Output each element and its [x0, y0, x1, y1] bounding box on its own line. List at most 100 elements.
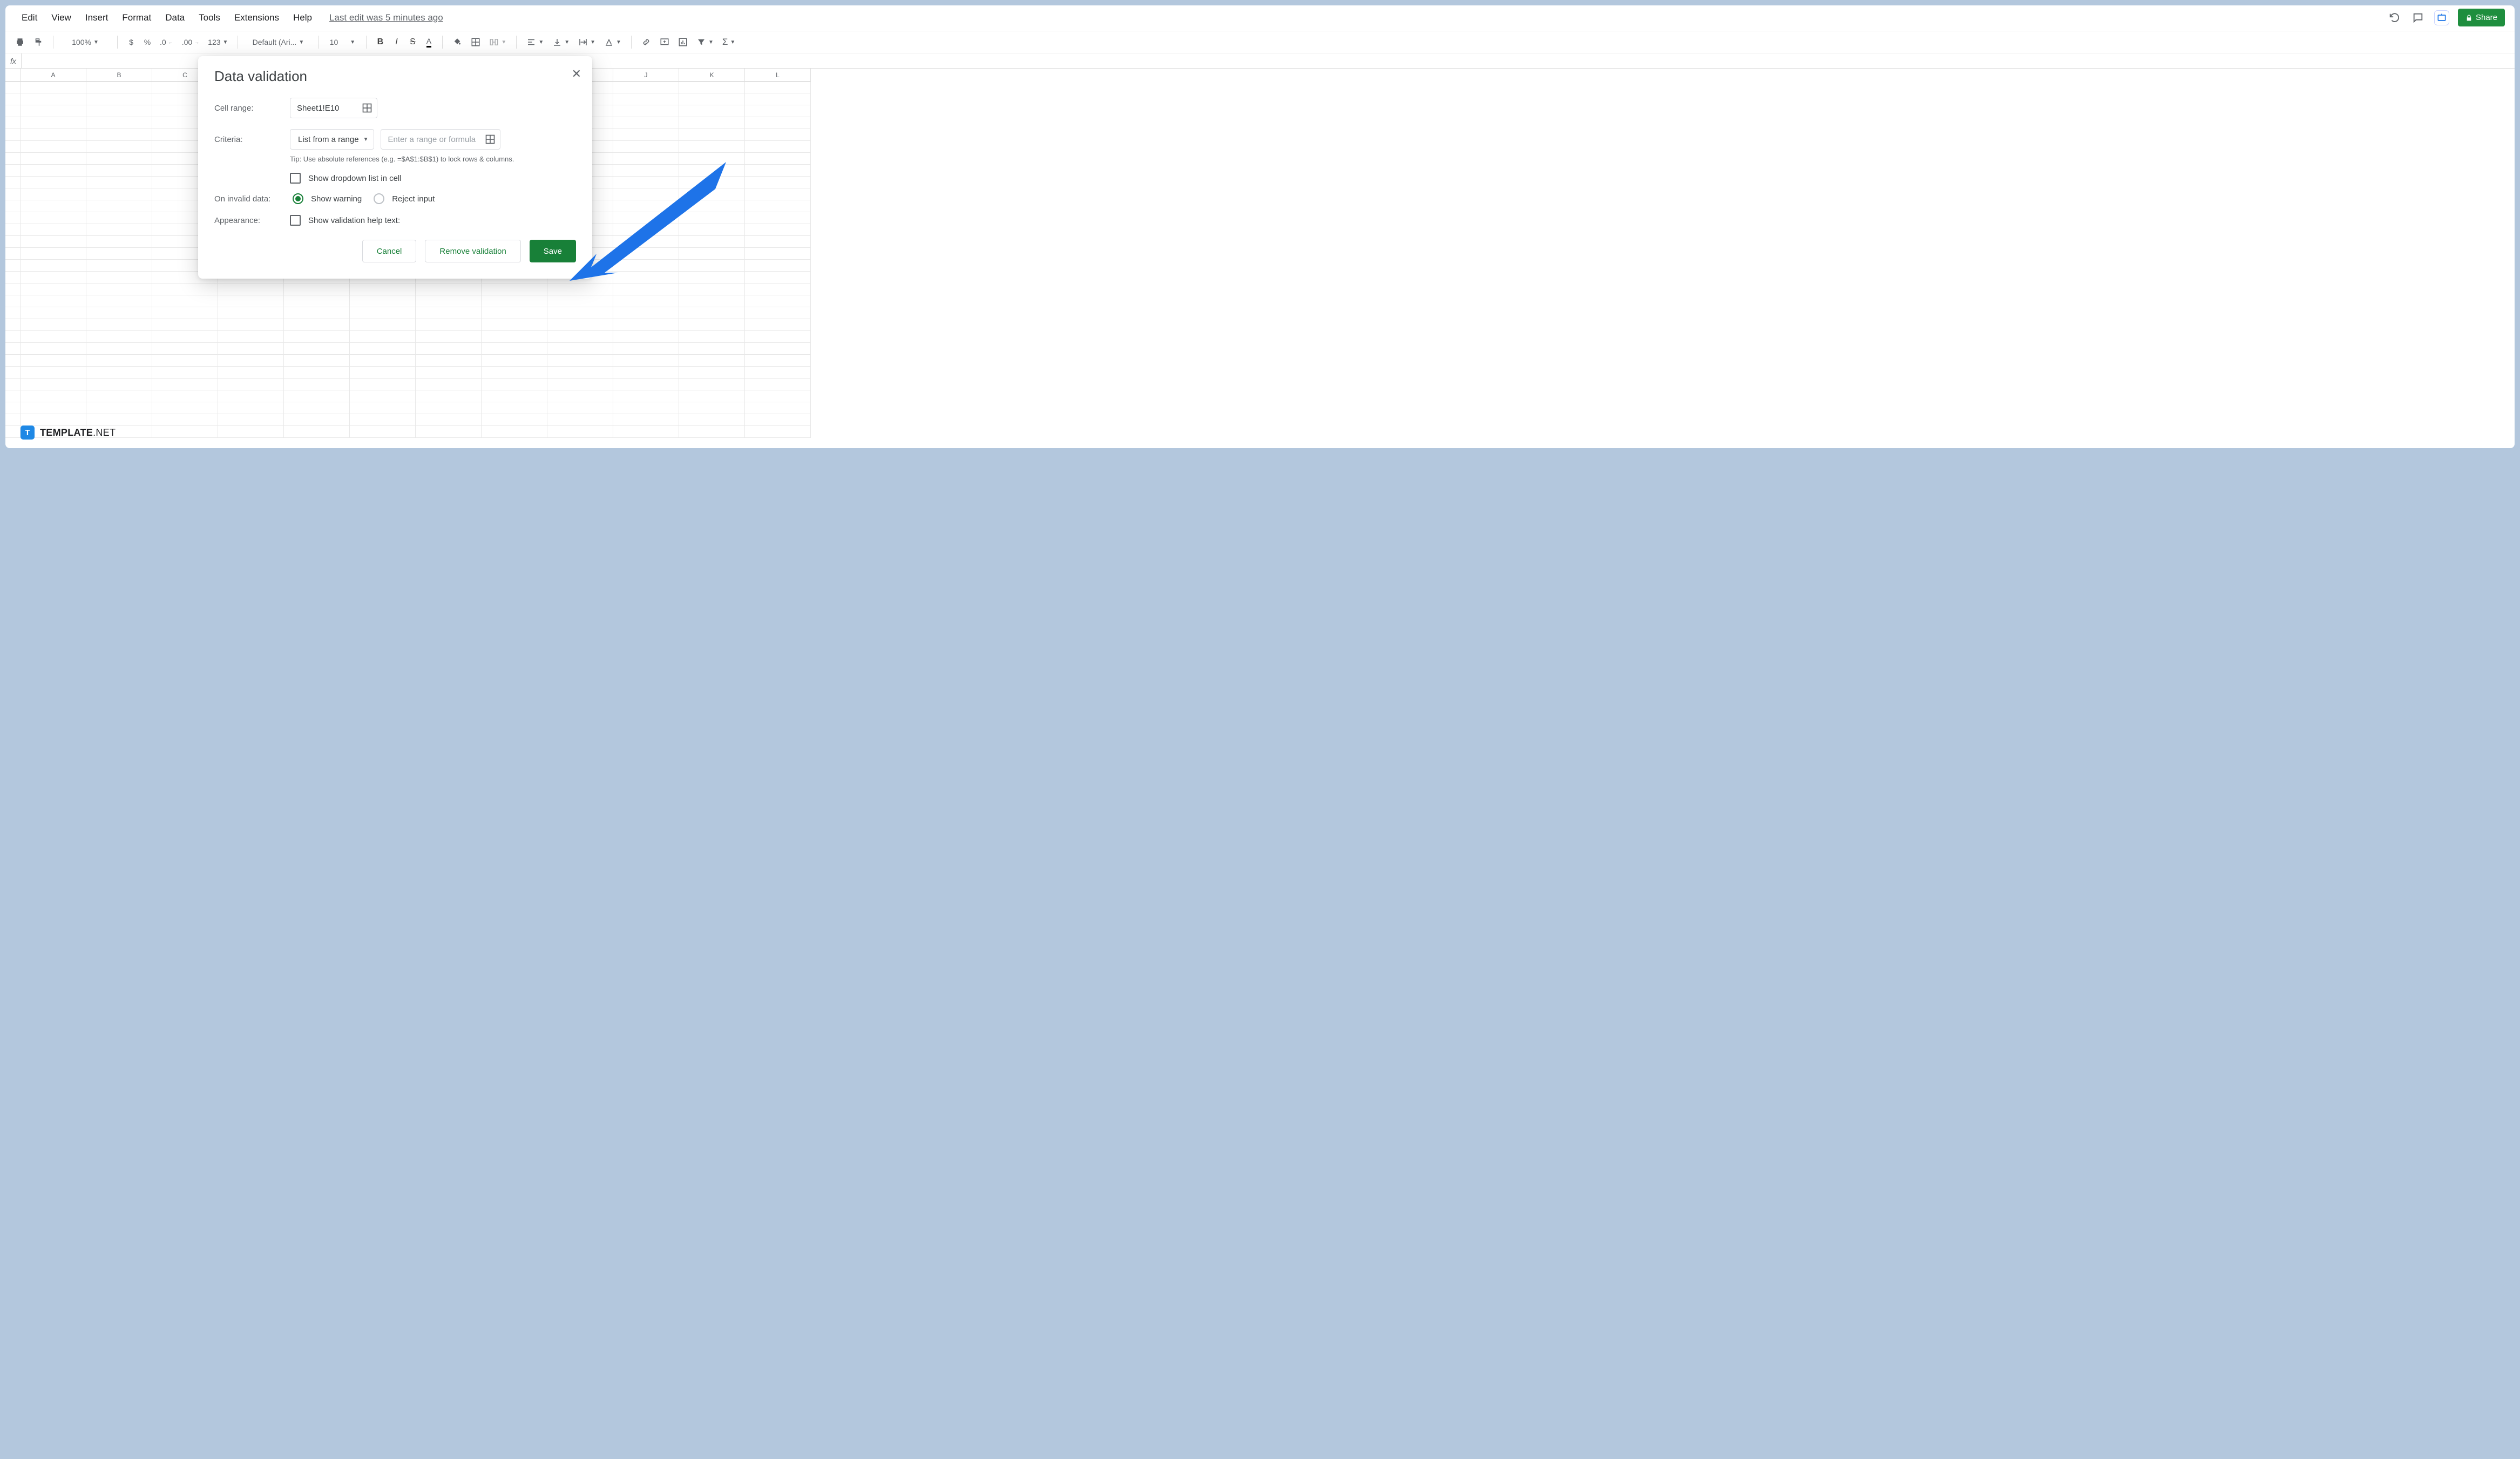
grid-cell[interactable]: [482, 319, 547, 331]
grid-cell[interactable]: [679, 402, 745, 414]
grid-cell[interactable]: [745, 426, 811, 438]
grid-cell[interactable]: [86, 82, 152, 93]
row-header[interactable]: [5, 153, 21, 165]
font-size-select[interactable]: 10▼: [326, 36, 358, 49]
row-header[interactable]: [5, 93, 21, 105]
menu-tools[interactable]: Tools: [199, 12, 220, 23]
grid-cell[interactable]: [745, 355, 811, 367]
grid-cell[interactable]: [21, 212, 86, 224]
grid-cell[interactable]: [350, 414, 416, 426]
grid-cell[interactable]: [745, 283, 811, 295]
font-select[interactable]: Default (Ari...▼: [246, 36, 310, 49]
grid-cell[interactable]: [21, 105, 86, 117]
grid-cell[interactable]: [152, 295, 218, 307]
grid-cell[interactable]: [745, 177, 811, 188]
grid-cell[interactable]: [613, 367, 679, 379]
comments-icon[interactable]: [2410, 10, 2426, 25]
grid-cell[interactable]: [613, 117, 679, 129]
grid-cell[interactable]: [679, 117, 745, 129]
grid-cell[interactable]: [21, 117, 86, 129]
grid-cell[interactable]: [547, 355, 613, 367]
grid-cell[interactable]: [86, 414, 152, 426]
grid-cell[interactable]: [679, 272, 745, 283]
grid-cell[interactable]: [745, 248, 811, 260]
grid-cell[interactable]: [284, 426, 350, 438]
grid-cell[interactable]: [482, 295, 547, 307]
col-header-k[interactable]: K: [679, 69, 745, 82]
grid-cell[interactable]: [218, 283, 284, 295]
grid-cell[interactable]: [745, 117, 811, 129]
grid-cell[interactable]: [21, 307, 86, 319]
menu-format[interactable]: Format: [122, 12, 151, 23]
insert-comment-button[interactable]: [658, 35, 672, 49]
col-header-l[interactable]: L: [745, 69, 811, 82]
col-header-j[interactable]: J: [613, 69, 679, 82]
grid-cell[interactable]: [350, 402, 416, 414]
row-header[interactable]: [5, 272, 21, 283]
grid-cell[interactable]: [679, 390, 745, 402]
row-header[interactable]: [5, 319, 21, 331]
grid-cell[interactable]: [152, 319, 218, 331]
grid-cell[interactable]: [679, 188, 745, 200]
grid-cell[interactable]: [152, 426, 218, 438]
grid-cell[interactable]: [218, 426, 284, 438]
grid-cell[interactable]: [547, 379, 613, 390]
grid-cell[interactable]: [613, 212, 679, 224]
grid-cell[interactable]: [86, 367, 152, 379]
grid-cell[interactable]: [86, 153, 152, 165]
grid-cell[interactable]: [547, 402, 613, 414]
grid-cell[interactable]: [218, 331, 284, 343]
grid-cell[interactable]: [482, 379, 547, 390]
grid-cell[interactable]: [350, 426, 416, 438]
row-header[interactable]: [5, 82, 21, 93]
grid-cell[interactable]: [679, 295, 745, 307]
print-icon[interactable]: [13, 35, 27, 49]
grid-cell[interactable]: [482, 343, 547, 355]
grid-cell[interactable]: [482, 283, 547, 295]
grid-cell[interactable]: [482, 355, 547, 367]
grid-cell[interactable]: [86, 319, 152, 331]
grid-cell[interactable]: [547, 390, 613, 402]
grid-cell[interactable]: [745, 153, 811, 165]
row-header[interactable]: [5, 224, 21, 236]
show-dropdown-checkbox[interactable]: [290, 173, 301, 184]
grid-cell[interactable]: [416, 367, 482, 379]
grid-cell[interactable]: [613, 355, 679, 367]
grid-cell[interactable]: [679, 331, 745, 343]
grid-cell[interactable]: [86, 343, 152, 355]
grid-cell[interactable]: [416, 390, 482, 402]
grid-cell[interactable]: [613, 177, 679, 188]
criteria-select[interactable]: List from a range ▼: [290, 129, 374, 150]
row-header[interactable]: [5, 355, 21, 367]
grid-cell[interactable]: [218, 295, 284, 307]
grid-cell[interactable]: [482, 414, 547, 426]
grid-cell[interactable]: [679, 105, 745, 117]
grid-cell[interactable]: [152, 283, 218, 295]
grid-cell[interactable]: [745, 224, 811, 236]
grid-cell[interactable]: [284, 343, 350, 355]
grid-cell[interactable]: [745, 319, 811, 331]
row-header[interactable]: [5, 177, 21, 188]
strike-button[interactable]: S: [407, 35, 418, 49]
grid-cell[interactable]: [218, 414, 284, 426]
grid-cell[interactable]: [745, 129, 811, 141]
show-help-checkbox[interactable]: [290, 215, 301, 226]
grid-cell[interactable]: [86, 283, 152, 295]
grid-cell[interactable]: [152, 367, 218, 379]
grid-cell[interactable]: [547, 295, 613, 307]
grid-cell[interactable]: [416, 283, 482, 295]
grid-cell[interactable]: [21, 402, 86, 414]
grid-cell[interactable]: [416, 355, 482, 367]
dialog-close-button[interactable]: ✕: [572, 67, 581, 81]
grid-cell[interactable]: [547, 331, 613, 343]
row-header[interactable]: [5, 165, 21, 177]
grid-cell[interactable]: [679, 93, 745, 105]
grid-cell[interactable]: [679, 224, 745, 236]
grid-cell[interactable]: [679, 212, 745, 224]
grid-cell[interactable]: [86, 105, 152, 117]
grid-cell[interactable]: [21, 367, 86, 379]
grid-cell[interactable]: [745, 260, 811, 272]
grid-cell[interactable]: [350, 319, 416, 331]
insert-link-button[interactable]: [639, 35, 653, 49]
grid-cell[interactable]: [21, 343, 86, 355]
